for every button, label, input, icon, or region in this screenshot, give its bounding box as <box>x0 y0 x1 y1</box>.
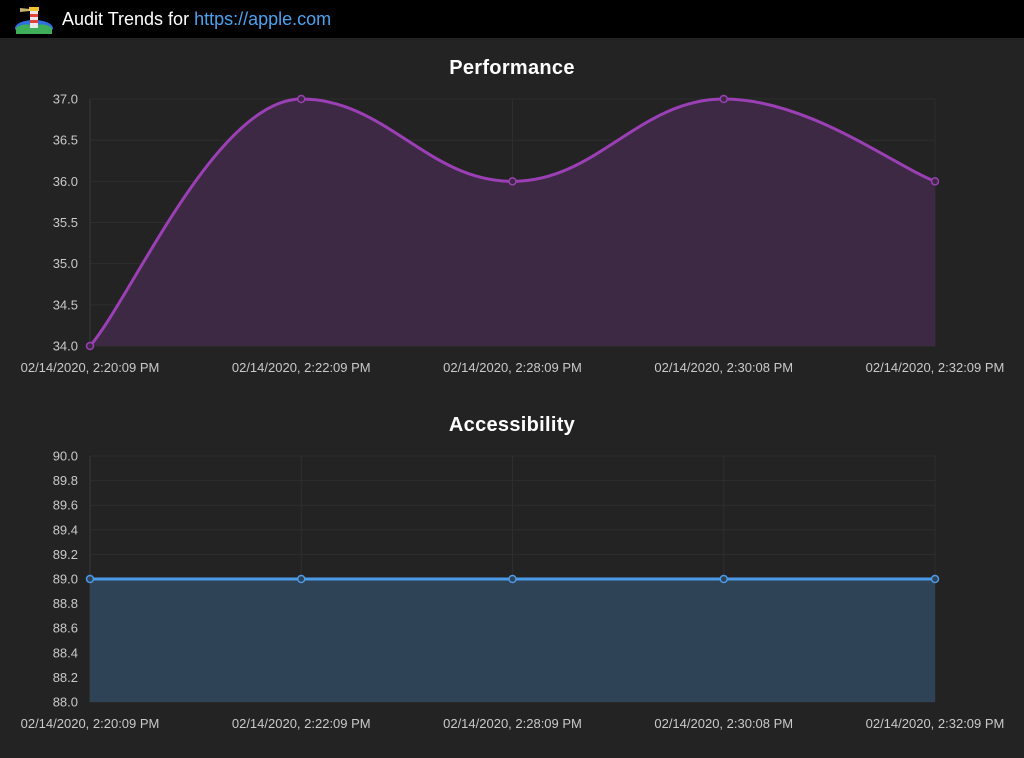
y-tick-label: 36.0 <box>53 174 78 189</box>
y-tick-label: 89.2 <box>53 547 78 562</box>
page-title: Audit Trends for https://apple.com <box>62 8 331 30</box>
y-tick-label: 88.4 <box>53 645 78 660</box>
charts-canvas: Performance 37.0 36.5 36.0 35.5 35.0 34.5 34.0 0… <box>21 57 1005 731</box>
title-prefix: Audit Trends for <box>62 9 195 29</box>
y-tick-label: 88.6 <box>53 621 78 636</box>
chart-0: Performance 37.0 36.5 36.0 35.5 35.0 34.5 34.0 0… <box>21 57 1005 375</box>
y-tick-label: 88.2 <box>53 670 78 685</box>
series-area <box>90 579 935 702</box>
data-point <box>508 177 517 186</box>
data-point <box>508 574 517 584</box>
x-tick-label: 02/14/2020, 2:22:09 PM <box>232 716 371 731</box>
y-tick-label: 34.0 <box>53 339 78 354</box>
lighthouse-logo-icon <box>15 7 53 34</box>
y-tick-label: 88.8 <box>53 596 78 611</box>
data-point <box>930 177 940 186</box>
chart-title: Performance <box>449 57 575 79</box>
x-tick-label: 02/14/2020, 2:30:08 PM <box>654 360 793 375</box>
y-tick-label: 88.0 <box>53 695 78 710</box>
site-url-link[interactable]: https://apple.com <box>194 9 331 29</box>
y-tick-label: 36.5 <box>53 133 78 148</box>
y-tick-label: 35.5 <box>53 215 78 230</box>
y-tick-label: 89.6 <box>53 498 78 513</box>
x-tick-label: 02/14/2020, 2:20:09 PM <box>21 360 160 375</box>
data-point <box>719 574 728 584</box>
x-tick-label: 02/14/2020, 2:28:09 PM <box>443 716 582 731</box>
x-tick-label: 02/14/2020, 2:32:09 PM <box>866 716 1005 731</box>
y-tick-label: 89.0 <box>53 572 78 587</box>
data-point <box>930 574 940 584</box>
chart-title: Accessibility <box>449 414 576 436</box>
y-tick-label: 89.4 <box>53 522 78 537</box>
data-point <box>85 574 95 584</box>
data-point <box>85 341 95 351</box>
chart-1: Accessibility 90.0 89.8 89.6 89.4 89.2 89.0 88.… <box>21 414 1005 731</box>
x-tick-label: 02/14/2020, 2:30:08 PM <box>654 716 793 731</box>
x-tick-label: 02/14/2020, 2:28:09 PM <box>443 360 582 375</box>
x-tick-label: 02/14/2020, 2:32:09 PM <box>866 360 1005 375</box>
data-point <box>297 574 306 584</box>
x-tick-label: 02/14/2020, 2:20:09 PM <box>21 716 160 731</box>
data-point <box>719 94 728 104</box>
y-tick-label: 34.5 <box>53 297 78 312</box>
data-point <box>297 94 306 104</box>
y-tick-label: 89.8 <box>53 473 78 488</box>
x-tick-label: 02/14/2020, 2:22:09 PM <box>232 360 371 375</box>
header-bar: Audit Trends for https://apple.com <box>0 0 1024 38</box>
y-tick-label: 37.0 <box>53 92 78 107</box>
y-tick-label: 90.0 <box>53 449 78 464</box>
y-tick-label: 35.0 <box>53 256 78 271</box>
